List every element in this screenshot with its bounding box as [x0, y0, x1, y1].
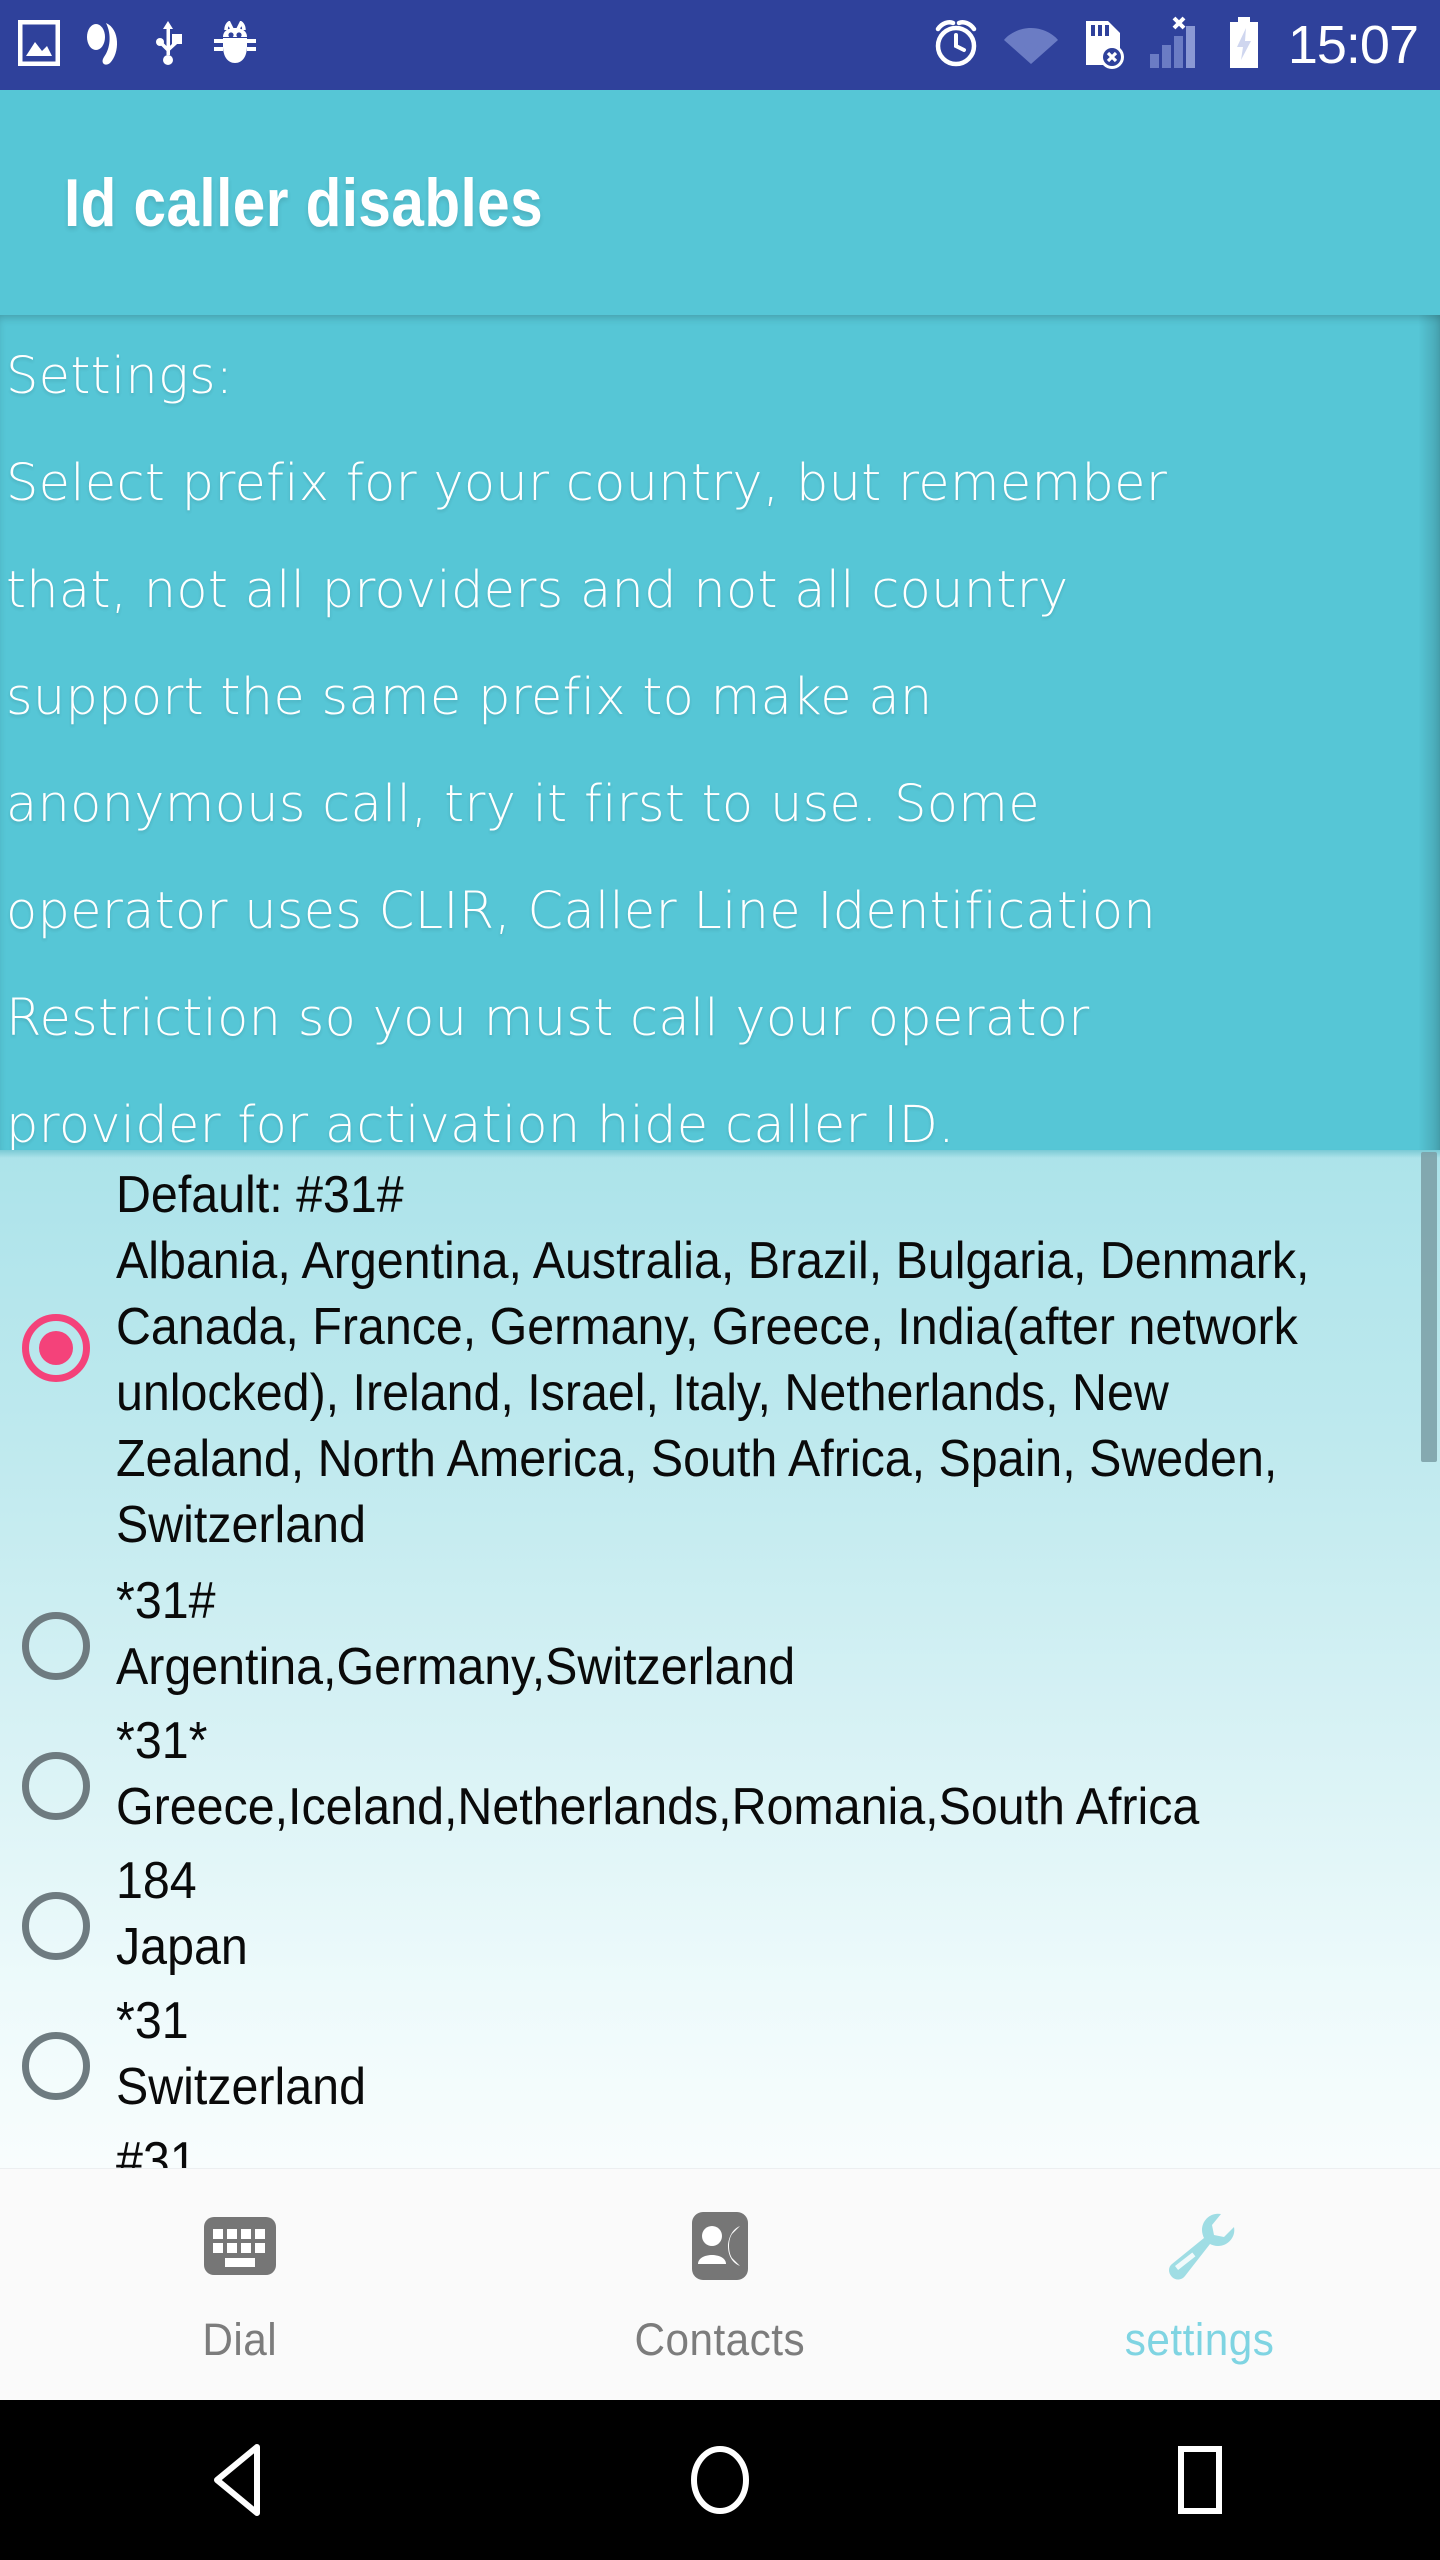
back-button[interactable]	[140, 2400, 340, 2560]
option-prefix: *31#	[116, 1572, 216, 1630]
list-item[interactable]: 184 Japan	[0, 1848, 1440, 1980]
radio-button[interactable]	[22, 2032, 90, 2100]
keypad-icon	[198, 2204, 282, 2288]
description-line: anonymous call, try it first to use. Som…	[6, 775, 1040, 834]
description-line: Restriction so you must call your operat…	[6, 989, 1090, 1048]
prefix-options-list[interactable]: Default: #31# Albania, Argentina, Austra…	[0, 1150, 1440, 2168]
option-countries: Greece,Iceland,Netherlands,Romania,South…	[116, 1778, 1200, 1836]
list-item[interactable]: #31	[0, 2128, 1440, 2168]
tab-label: settings	[1125, 2313, 1275, 2365]
app-title-bar: Id caller disables	[0, 90, 1440, 315]
tab-settings[interactable]: settings	[960, 2169, 1440, 2400]
bug-icon	[212, 19, 258, 70]
wifi-icon	[1002, 20, 1060, 71]
sd-card-error-icon	[1080, 17, 1128, 74]
description-line: Settings:	[6, 347, 234, 406]
radio-button[interactable]	[22, 1612, 90, 1680]
status-bar-clock: 15:07	[1287, 15, 1419, 75]
bottom-tab-bar: Dial Contacts settings	[0, 2168, 1440, 2400]
description-line: support the same prefix to make an	[6, 668, 933, 727]
image-icon	[17, 19, 61, 71]
signal-bars-icon	[1148, 16, 1206, 75]
option-text: #31	[116, 2128, 1331, 2168]
radio-button[interactable]	[22, 1892, 90, 1960]
tab-label: Contacts	[634, 2313, 806, 2365]
option-text: *31* Greece,Iceland,Netherlands,Romania,…	[116, 1708, 1331, 1840]
page-title: Id caller disables	[64, 164, 544, 241]
option-countries: Switzerland	[116, 2058, 366, 2116]
option-text: 184 Japan	[116, 1848, 1331, 1980]
option-prefix: #31	[116, 2132, 197, 2168]
description-line: that, not all providers and not all coun…	[6, 561, 1069, 620]
option-text: *31 Switzerland	[116, 1988, 1331, 2120]
list-item[interactable]: *31* Greece,Iceland,Netherlands,Romania,…	[0, 1708, 1440, 1840]
option-prefix: *31*	[116, 1712, 208, 1770]
battery-charging-icon	[1226, 16, 1262, 75]
tab-contacts[interactable]: Contacts	[480, 2169, 960, 2400]
status-bar-right-icons: 15:07	[930, 15, 1419, 75]
list-item[interactable]: Default: #31# Albania, Argentina, Austra…	[0, 1162, 1440, 1558]
option-countries: Japan	[116, 1918, 248, 1976]
list-item[interactable]: *31 Switzerland	[0, 1988, 1440, 2120]
usb-icon	[152, 18, 186, 73]
description-line: provider for activation hide caller ID.	[6, 1096, 955, 1150]
wrench-icon	[1158, 2204, 1242, 2288]
recents-button[interactable]	[1100, 2400, 1300, 2560]
alarm-clock-icon	[930, 17, 982, 74]
home-button[interactable]	[620, 2400, 820, 2560]
contacts-icon	[678, 2204, 762, 2288]
option-prefix: 184	[116, 1852, 197, 1910]
option-text: *31# Argentina,Germany,Switzerland	[116, 1568, 1331, 1700]
status-bar-left-icons	[17, 18, 258, 73]
tab-dial[interactable]: Dial	[0, 2169, 480, 2400]
phone-screen: 15:07 Id caller disables Settings: Selec…	[0, 0, 1440, 2560]
option-countries: Albania, Argentina, Australia, Brazil, B…	[116, 1232, 1310, 1554]
tab-label: Dial	[202, 2313, 278, 2365]
option-prefix: Default: #31#	[116, 1166, 404, 1224]
list-scrollbar-thumb[interactable]	[1421, 1152, 1437, 1462]
android-navigation-bar	[0, 2400, 1440, 2560]
curved-j-icon	[86, 19, 126, 72]
radio-button-selected[interactable]	[22, 1314, 90, 1382]
radio-button[interactable]	[22, 1752, 90, 1820]
description-line: Select prefix for your country, but reme…	[6, 454, 1168, 513]
description-line: operator uses CLIR, Caller Line Identifi…	[6, 882, 1156, 941]
list-item[interactable]: *31# Argentina,Germany,Switzerland	[0, 1568, 1440, 1700]
status-bar: 15:07	[0, 0, 1440, 90]
settings-description-text: Settings: Select prefix for your country…	[0, 315, 1440, 1150]
option-countries: Argentina,Germany,Switzerland	[116, 1638, 796, 1696]
settings-description-panel: Settings: Select prefix for your country…	[0, 315, 1440, 1150]
option-text: Default: #31# Albania, Argentina, Austra…	[116, 1162, 1331, 1558]
option-prefix: *31	[116, 1992, 189, 2050]
